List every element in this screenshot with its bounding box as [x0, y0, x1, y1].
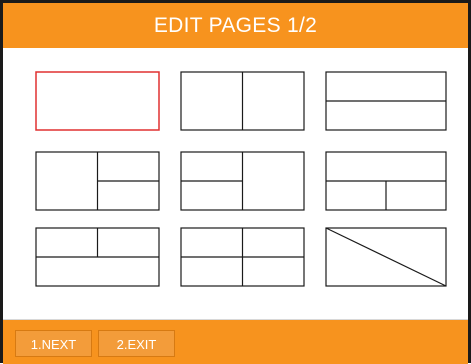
layout-option-top-one-bottom-two[interactable] — [325, 151, 447, 211]
softkey-bar: 1.NEXT 2.EXIT — [3, 319, 468, 364]
layout-option-top-two-bottom-one[interactable] — [35, 227, 160, 287]
layout-option-four-grid[interactable] — [180, 227, 305, 287]
exit-button[interactable]: 2.EXIT — [98, 330, 175, 357]
page-title: EDIT PAGES 1/2 — [3, 3, 468, 48]
layout-grid — [3, 48, 468, 318]
edit-pages-window: EDIT PAGES 1/2 1.NEXT 2.EXIT — [0, 0, 471, 364]
layout-option-single[interactable] — [35, 71, 160, 131]
layout-option-left-one-right-two[interactable] — [35, 151, 160, 211]
layout-option-left-two-right-one[interactable] — [180, 151, 305, 211]
layout-option-diagonal-split[interactable] — [325, 227, 447, 287]
layout-option-two-horizontal[interactable] — [325, 71, 447, 131]
next-button[interactable]: 1.NEXT — [15, 330, 92, 357]
layout-option-two-vertical[interactable] — [180, 71, 305, 131]
